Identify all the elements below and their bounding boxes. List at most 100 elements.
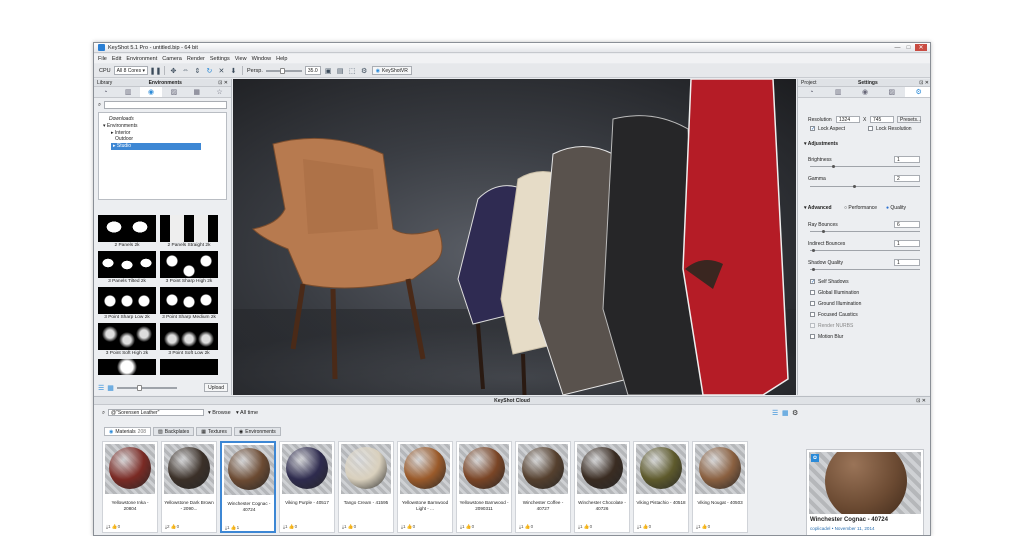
env-thumb[interactable]: 3 Point Sharp Medium 2k xyxy=(160,287,218,322)
material-card[interactable]: Yellowstone Dark Brown - 2090... ⤓2 👍0 xyxy=(161,441,217,533)
menu-view[interactable]: View xyxy=(235,56,247,62)
fov-slider[interactable] xyxy=(265,67,302,74)
tab-scene-icon[interactable]: ◔ xyxy=(798,87,825,97)
tab-environments-icon[interactable]: ◉ xyxy=(139,87,163,97)
tab-materials-icon[interactable]: ◔ xyxy=(94,87,117,97)
material-preview[interactable]: ✿ Winchester Cognac - 40724 coplicadel •… xyxy=(806,449,924,535)
fov-field[interactable]: 35.0 xyxy=(304,66,321,75)
focused-caustics-checkbox[interactable] xyxy=(810,312,815,317)
tab-colors-icon[interactable]: ▥ xyxy=(117,87,140,97)
grid-view-icon[interactable]: ▦ xyxy=(107,384,114,392)
material-card[interactable]: Winchester Cognac - 40724 ⤓1 👍1 xyxy=(220,441,276,533)
tab-camera-icon[interactable]: ▨ xyxy=(878,87,905,97)
material-card[interactable]: Viking Purple - 40517 ⤓1 👍0 xyxy=(279,441,335,533)
shadow-quality-handle[interactable] xyxy=(812,268,815,271)
move-icon[interactable]: ✥ xyxy=(169,66,178,75)
close-button[interactable]: ✕ xyxy=(915,44,927,51)
tab-backplates-icon[interactable]: ▨ xyxy=(162,87,185,97)
motion-blur-checkbox[interactable] xyxy=(810,334,815,339)
material-card[interactable]: Winchester Chocolate - 40726 ⤓1 👍0 xyxy=(574,441,630,533)
cloud-settings-icon[interactable]: ⚙ xyxy=(792,409,798,417)
menu-environment[interactable]: Environment xyxy=(126,56,157,62)
grid-view-icon[interactable]: ▦ xyxy=(782,409,789,417)
ray-bounces-field[interactable]: 6 xyxy=(894,221,920,228)
tab-textures-icon[interactable]: ▦ xyxy=(185,87,208,97)
shadow-quality-slider[interactable] xyxy=(810,269,920,270)
quality-radio[interactable]: ● Quality xyxy=(886,205,906,211)
menu-window[interactable]: Window xyxy=(252,56,272,62)
material-card[interactable]: Yellowstone Inka - 20804 ⤓1 👍0 xyxy=(102,441,158,533)
maximize-button[interactable]: □ xyxy=(904,44,913,51)
indirect-bounces-field[interactable]: 1 xyxy=(894,240,920,247)
tab-backplates[interactable]: ▨ Backplates xyxy=(153,427,195,436)
env-thumb[interactable]: 3 Point Soft Low 2k xyxy=(160,323,218,358)
tab-settings-gear-icon[interactable]: ⚙ xyxy=(905,87,930,97)
menu-file[interactable]: File xyxy=(98,56,107,62)
brightness-handle[interactable] xyxy=(832,165,835,168)
dolly-icon[interactable]: ⇕ xyxy=(193,66,202,75)
menu-edit[interactable]: Edit xyxy=(112,56,121,62)
env-thumb[interactable] xyxy=(98,359,156,375)
panel-pin-icon[interactable]: ⊡ ✕ xyxy=(218,80,228,86)
env-thumb[interactable]: 3 Point Soft High 2k xyxy=(98,323,156,358)
material-card[interactable]: Tango Cream - 41595 ⤓1 👍0 xyxy=(338,441,394,533)
shadow-quality-field[interactable]: 1 xyxy=(894,259,920,266)
menu-help[interactable]: Help xyxy=(276,56,287,62)
settings-icon[interactable]: ⚙ xyxy=(360,66,369,75)
tree-item-studio[interactable]: ▸ Studio xyxy=(111,143,201,150)
material-card[interactable]: Winchester Coffee - 40727 ⤓1 👍0 xyxy=(515,441,571,533)
thumbnail-size-slider[interactable] xyxy=(116,384,177,391)
minimize-button[interactable]: — xyxy=(893,44,902,51)
tab-materials[interactable]: ◉ Materials 208 xyxy=(104,427,152,436)
browse-dropdown[interactable]: ▾ Browse xyxy=(208,410,231,416)
cores-select[interactable]: All 8 Cores ▾ xyxy=(113,66,148,75)
tree-item-interior[interactable]: ▸ Interior xyxy=(103,130,222,137)
brightness-field[interactable]: 1 xyxy=(894,156,920,163)
tab-material-icon[interactable]: ▥ xyxy=(825,87,852,97)
fit-icon[interactable]: ✕ xyxy=(217,66,226,75)
menu-settings[interactable]: Settings xyxy=(210,56,230,62)
render-viewport[interactable] xyxy=(233,79,796,395)
presets-button[interactable]: Presets... xyxy=(897,116,921,123)
env-thumb[interactable]: 3 Point Sharp Low 2k xyxy=(98,287,156,322)
menu-camera[interactable]: Camera xyxy=(162,56,182,62)
advanced-section[interactable]: ▾ Advanced xyxy=(804,205,832,211)
gamma-handle[interactable] xyxy=(853,185,856,188)
tab-environment-icon[interactable]: ◉ xyxy=(852,87,879,97)
tab-textures[interactable]: ▦ Textures xyxy=(196,427,232,436)
material-card[interactable]: Viking Nougat - 40503 ⤓1 👍0 xyxy=(692,441,748,533)
list-view-icon[interactable]: ☰ xyxy=(772,409,778,417)
indirect-bounces-slider[interactable] xyxy=(810,250,920,251)
material-card[interactable]: Yellowstone Barnwood Light - ... ⤓1 👍0 xyxy=(397,441,453,533)
tree-item-outdoor[interactable]: Outdoor xyxy=(103,136,222,143)
thumbnail-size-handle[interactable] xyxy=(136,384,142,391)
ray-bounces-handle[interactable] xyxy=(822,230,825,233)
library-search-input[interactable] xyxy=(104,101,227,109)
list-view-icon[interactable]: ☰ xyxy=(98,384,104,392)
pause-icon[interactable]: ❚❚ xyxy=(150,66,162,75)
material-card[interactable]: Yellowstone Barnwood - 2090311 ⤓1 👍0 xyxy=(456,441,512,533)
render-nurbs-checkbox[interactable] xyxy=(810,323,815,328)
indirect-bounces-handle[interactable] xyxy=(812,249,815,252)
lock-resolution-checkbox[interactable] xyxy=(868,126,873,131)
adjustments-section[interactable]: ▾ Adjustments xyxy=(804,141,838,147)
keyshotvr-button[interactable]: ◉ KeyShotVR xyxy=(371,66,412,75)
resolution-height-field[interactable]: 745 xyxy=(870,116,894,123)
env-thumb[interactable]: 3 Panels Tilted 2k xyxy=(98,251,156,286)
gamma-slider[interactable] xyxy=(810,186,920,187)
ground-illumination-checkbox[interactable] xyxy=(810,301,815,306)
env-thumb[interactable]: 2 Panels 2k xyxy=(98,215,156,250)
upload-button[interactable]: Upload xyxy=(204,383,228,392)
tab-environments[interactable]: ◉ Environments xyxy=(233,427,281,436)
cloud-search-input[interactable]: @"Sorensen Leather" xyxy=(108,409,204,416)
screenshot-icon[interactable]: ▣ xyxy=(324,66,333,75)
panel-pin-icon[interactable]: ⊡ ✕ xyxy=(916,398,926,404)
menu-render[interactable]: Render xyxy=(187,56,205,62)
lock-aspect-checkbox[interactable]: ✓ xyxy=(810,126,815,132)
resolution-width-field[interactable]: 1324 xyxy=(836,116,860,123)
env-thumb[interactable]: 2 Panels Straight 2k xyxy=(160,215,218,250)
gamma-field[interactable]: 2 xyxy=(894,175,920,182)
self-shadows-checkbox[interactable]: ✓ xyxy=(810,279,815,285)
fov-slider-handle[interactable] xyxy=(279,67,285,74)
render-icon[interactable]: ▤ xyxy=(336,66,345,75)
